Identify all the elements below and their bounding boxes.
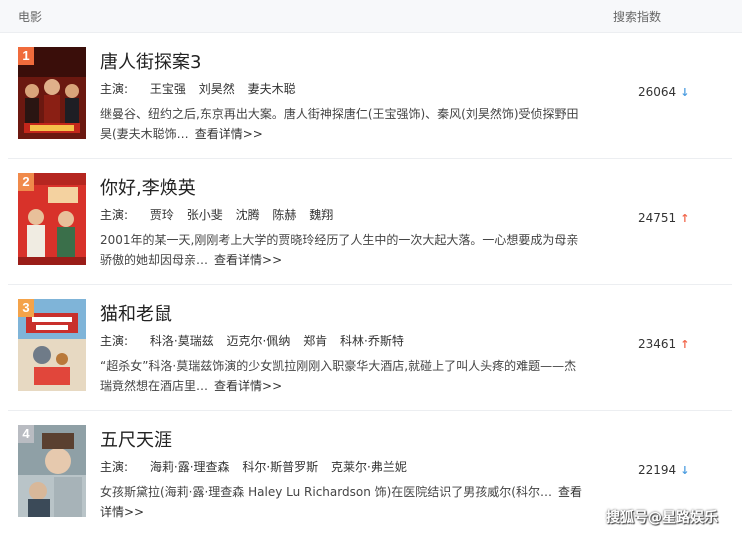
- actor-link[interactable]: 张小斐: [187, 208, 223, 222]
- movie-title[interactable]: 五尺天涯: [100, 426, 172, 452]
- cast-label: 主演:: [100, 460, 129, 474]
- view-details-link[interactable]: 查看详情>>: [214, 253, 282, 267]
- movie-title[interactable]: 唐人街探案3: [100, 48, 201, 74]
- rank-badge: 4: [18, 425, 34, 443]
- cast-label: 主演:: [100, 208, 129, 222]
- movie-title[interactable]: 你好,李焕英: [100, 174, 196, 200]
- arrow-up-icon: ↑: [680, 338, 690, 351]
- movie-poster[interactable]: 1: [18, 47, 86, 139]
- view-details-link[interactable]: 查看详情>>: [195, 127, 263, 141]
- arrow-down-icon: ↓: [680, 86, 690, 99]
- column-header-search-index: 搜索指数: [613, 10, 662, 24]
- actor-link[interactable]: 科洛·莫瑞兹: [150, 334, 214, 348]
- actor-link[interactable]: 王宝强: [150, 82, 186, 96]
- cast-label: 主演:: [100, 334, 129, 348]
- movie-description: 2001年的某一天,刚刚考上大学的贾晓玲经历了人生中的一次大起大落。一心想要成为…: [100, 230, 586, 270]
- movie-poster[interactable]: 3: [18, 299, 86, 391]
- rank-badge: 2: [18, 173, 34, 191]
- actor-link[interactable]: 贾玲: [150, 208, 174, 222]
- actor-link[interactable]: 刘昊然: [199, 82, 235, 96]
- description-text: “超杀女”科洛·莫瑞兹饰演的少女凯拉刚刚入职豪华大酒店,就碰上了叫人头疼的难题—…: [100, 359, 577, 393]
- description-text: 2001年的某一天,刚刚考上大学的贾晓玲经历了人生中的一次大起大落。一心想要成为…: [100, 233, 579, 267]
- description-text: 继曼谷、纽约之后,东京再出大案。唐人街神探唐仁(王宝强饰)、秦风(刘昊然饰)受侦…: [100, 107, 579, 141]
- column-header-movie: 电影: [18, 10, 43, 24]
- actor-link[interactable]: 妻夫木聪: [248, 82, 296, 96]
- cast-line: 主演: 海莉·露·理查森 科尔·斯普罗斯 克莱尔·弗兰妮: [100, 458, 416, 475]
- list-item[interactable]: 1 唐人街探案3 主演: 王宝强 刘昊然 妻夫木聪 继曼谷、纽约之后,东京再出大…: [0, 33, 742, 159]
- search-index-value: 24751: [638, 211, 677, 225]
- actor-link[interactable]: 科林·乔斯特: [340, 334, 404, 348]
- actor-link[interactable]: 郑肯: [303, 334, 327, 348]
- cast-line: 主演: 科洛·莫瑞兹 迈克尔·佩纳 郑肯 科林·乔斯特: [100, 332, 413, 349]
- actor-link[interactable]: 沈腾: [236, 208, 260, 222]
- description-text: 女孩斯黛拉(海莉·露·理查森 Haley Lu Richardson 饰)在医院…: [100, 485, 552, 499]
- rank-badge: 1: [18, 47, 34, 65]
- actor-link[interactable]: 魏翔: [309, 208, 333, 222]
- movie-title[interactable]: 猫和老鼠: [100, 300, 172, 326]
- movie-description: 女孩斯黛拉(海莉·露·理查森 Haley Lu Richardson 饰)在医院…: [100, 482, 586, 522]
- movie-description: “超杀女”科洛·莫瑞兹饰演的少女凯拉刚刚入职豪华大酒店,就碰上了叫人头疼的难题—…: [100, 356, 586, 396]
- list-item[interactable]: 3 猫和老鼠 主演: 科洛·莫瑞兹 迈克尔·佩纳 郑肯 科林·乔斯特 “超杀女”…: [0, 285, 742, 411]
- watermark: 搜狐号@星路娱乐: [606, 510, 718, 526]
- view-details-link[interactable]: 查看详情>>: [214, 379, 282, 393]
- cast-line: 主演: 贾玲 张小斐 沈腾 陈赫 魏翔: [100, 206, 342, 223]
- list-item[interactable]: 2 你好,李焕英 主演: 贾玲 张小斐 沈腾 陈赫 魏翔 2001年的某一天,刚…: [0, 159, 742, 285]
- search-index: 22194 ↓: [638, 463, 689, 477]
- actor-link[interactable]: 迈克尔·佩纳: [227, 334, 291, 348]
- arrow-up-icon: ↑: [680, 212, 690, 225]
- movie-poster[interactable]: 4: [18, 425, 86, 517]
- actor-link[interactable]: 陈赫: [272, 208, 296, 222]
- arrow-down-icon: ↓: [680, 464, 690, 477]
- actor-link[interactable]: 克莱尔·弗兰妮: [331, 460, 407, 474]
- movie-poster[interactable]: 2: [18, 173, 86, 265]
- search-index-value: 26064: [638, 85, 677, 99]
- search-index: 24751 ↑: [638, 211, 689, 225]
- movie-description: 继曼谷、纽约之后,东京再出大案。唐人街神探唐仁(王宝强饰)、秦风(刘昊然饰)受侦…: [100, 104, 586, 144]
- search-index: 23461 ↑: [638, 337, 689, 351]
- search-index-value: 22194: [638, 463, 677, 477]
- search-index: 26064 ↓: [638, 85, 689, 99]
- rank-badge: 3: [18, 299, 34, 317]
- actor-link[interactable]: 海莉·露·理查森: [150, 460, 230, 474]
- cast-label: 主演:: [100, 82, 129, 96]
- cast-line: 主演: 王宝强 刘昊然 妻夫木聪: [100, 80, 305, 97]
- table-header: 电影 搜索指数: [0, 0, 742, 33]
- search-index-value: 23461: [638, 337, 677, 351]
- actor-link[interactable]: 科尔·斯普罗斯: [242, 460, 318, 474]
